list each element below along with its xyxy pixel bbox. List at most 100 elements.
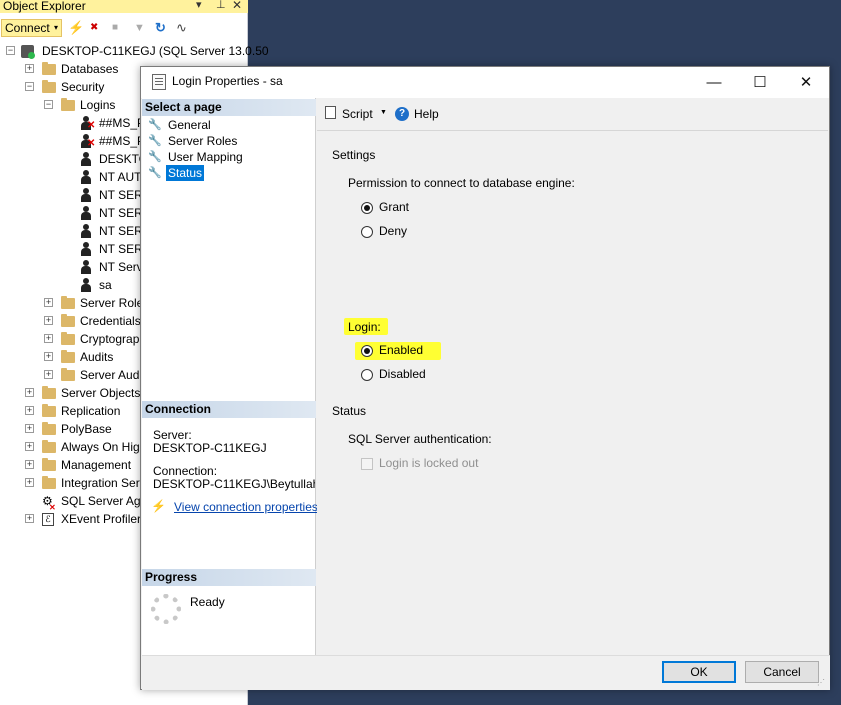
object-explorer-titlebar: Object Explorer ▾ ⊥ ✕	[0, 0, 248, 13]
tree-label: Cryptograp	[80, 332, 140, 346]
select-page-header: Select a page	[142, 99, 316, 116]
help-button[interactable]: Help	[414, 107, 439, 121]
dialog-titlebar[interactable]: Login Properties - sa — ☐ ✕	[141, 67, 829, 98]
connection-label: Connection:	[153, 464, 218, 478]
folder-icon	[61, 332, 75, 345]
refresh-icon[interactable]: ↻	[155, 20, 166, 36]
tree-node-server[interactable]: − DESKTOP-C11KEGJ (SQL Server 13.0.50	[0, 42, 269, 60]
collapse-icon[interactable]: −	[25, 82, 34, 91]
connect-button[interactable]: Connect ▾	[1, 19, 62, 37]
stop-icon[interactable]: ■	[112, 20, 118, 36]
tree-label: Server Objects	[61, 386, 141, 400]
enabled-label[interactable]: Enabled	[379, 343, 423, 357]
activity-monitor-icon[interactable]: ∿	[176, 20, 187, 36]
cancel-button[interactable]: Cancel	[745, 661, 819, 683]
view-connection-properties-link[interactable]: View connection properties	[174, 500, 318, 514]
dialog-title: Login Properties - sa	[172, 74, 283, 88]
login-icon	[80, 278, 92, 292]
locked-out-checkbox[interactable]	[361, 458, 373, 470]
folder-icon	[42, 386, 56, 399]
login-icon	[80, 152, 92, 166]
page-label: User Mapping	[168, 150, 243, 164]
server-label: Server:	[153, 428, 192, 442]
tree-label: Server Audi	[80, 368, 143, 382]
grant-label[interactable]: Grant	[379, 200, 409, 214]
wrench-icon: 🔧	[148, 135, 162, 147]
window-position-icon[interactable]: ▾	[196, 0, 202, 11]
expand-icon[interactable]: +	[44, 352, 53, 361]
enabled-radio[interactable]	[361, 345, 373, 357]
object-explorer-title: Object Explorer	[3, 0, 86, 13]
folder-icon	[61, 350, 75, 363]
folder-icon	[42, 458, 56, 471]
wrench-icon: 🔧	[148, 119, 162, 131]
expand-icon[interactable]: +	[25, 424, 34, 433]
minimize-icon[interactable]: —	[691, 67, 737, 98]
tree-label: XEvent Profiler	[61, 512, 142, 526]
expand-icon[interactable]: +	[25, 514, 34, 523]
pin-icon[interactable]: ⊥	[216, 0, 226, 11]
connection-header: Connection	[142, 401, 316, 418]
expand-icon[interactable]: +	[25, 460, 34, 469]
connect-label: Connect	[5, 21, 50, 35]
settings-section-label: Settings	[332, 148, 376, 162]
disabled-label[interactable]: Disabled	[379, 367, 426, 381]
tree-label: Always On High	[61, 440, 147, 454]
folder-icon	[42, 476, 56, 489]
tree-label: NT Serv	[99, 260, 143, 274]
close-icon[interactable]: ✕	[232, 0, 242, 12]
tree-label: Replication	[61, 404, 121, 418]
tree-label: Logins	[80, 98, 116, 112]
expand-icon[interactable]: +	[44, 316, 53, 325]
collapse-icon[interactable]: −	[44, 100, 53, 109]
folder-icon	[61, 296, 75, 309]
tree-label: DESKTOP-C11KEGJ (SQL Server 13.0.50	[42, 44, 269, 58]
expand-icon[interactable]: +	[25, 388, 34, 397]
dialog-toolbar: Script ▼ ? Help	[317, 98, 828, 131]
filter-icon[interactable]: ▼	[134, 20, 145, 36]
expand-icon[interactable]: +	[44, 298, 53, 307]
login-icon	[80, 170, 92, 184]
disabled-radio[interactable]	[361, 369, 373, 381]
progress-spinner-icon	[151, 594, 181, 624]
maximize-icon[interactable]: ☐	[737, 67, 783, 98]
close-icon[interactable]: ✕	[783, 67, 829, 98]
page-label: Status	[166, 165, 205, 181]
resize-grip-icon[interactable]: ⋰	[817, 678, 825, 687]
login-icon	[80, 224, 92, 238]
chevron-down-icon[interactable]: ▼	[380, 109, 387, 116]
login-icon	[80, 242, 92, 256]
page-label: Server Roles	[168, 134, 238, 148]
grant-radio[interactable]	[361, 202, 373, 214]
deny-radio[interactable]	[361, 226, 373, 238]
connect-plug-icon[interactable]: ⚡	[68, 20, 84, 36]
server-running-icon	[28, 52, 35, 59]
tree-label: PolyBase	[61, 422, 112, 436]
expand-icon[interactable]: +	[44, 334, 53, 343]
properties-window-icon	[152, 74, 166, 90]
tree-label: Integration Serv	[61, 476, 146, 490]
folder-icon	[61, 98, 75, 111]
expand-icon[interactable]: +	[25, 406, 34, 415]
dialog-left-pane: Select a page 🔧 General 🔧 Server Roles 🔧…	[142, 98, 318, 655]
expand-icon[interactable]: +	[44, 370, 53, 379]
expand-icon[interactable]: +	[25, 478, 34, 487]
xevent-icon: ℰ	[42, 513, 54, 526]
ok-button[interactable]: OK	[662, 661, 736, 683]
help-icon[interactable]: ?	[395, 107, 409, 121]
server-value: DESKTOP-C11KEGJ	[153, 441, 267, 455]
expand-icon[interactable]: +	[25, 64, 34, 73]
expand-icon[interactable]: +	[25, 442, 34, 451]
tree-label: Server Roles	[80, 296, 150, 310]
collapse-icon[interactable]: −	[6, 46, 15, 55]
chevron-down-icon[interactable]: ▾	[54, 20, 58, 36]
deny-label[interactable]: Deny	[379, 224, 407, 238]
login-icon	[80, 206, 92, 220]
script-button[interactable]: Script ▼	[323, 105, 387, 123]
tree-label: NT AUT	[99, 170, 142, 184]
disconnect-icon[interactable]: ✖	[90, 20, 98, 36]
login-icon	[80, 260, 92, 274]
tree-label: Databases	[61, 62, 119, 76]
connection-properties-icon: ⚡	[151, 499, 166, 513]
tree-label: Management	[61, 458, 132, 472]
